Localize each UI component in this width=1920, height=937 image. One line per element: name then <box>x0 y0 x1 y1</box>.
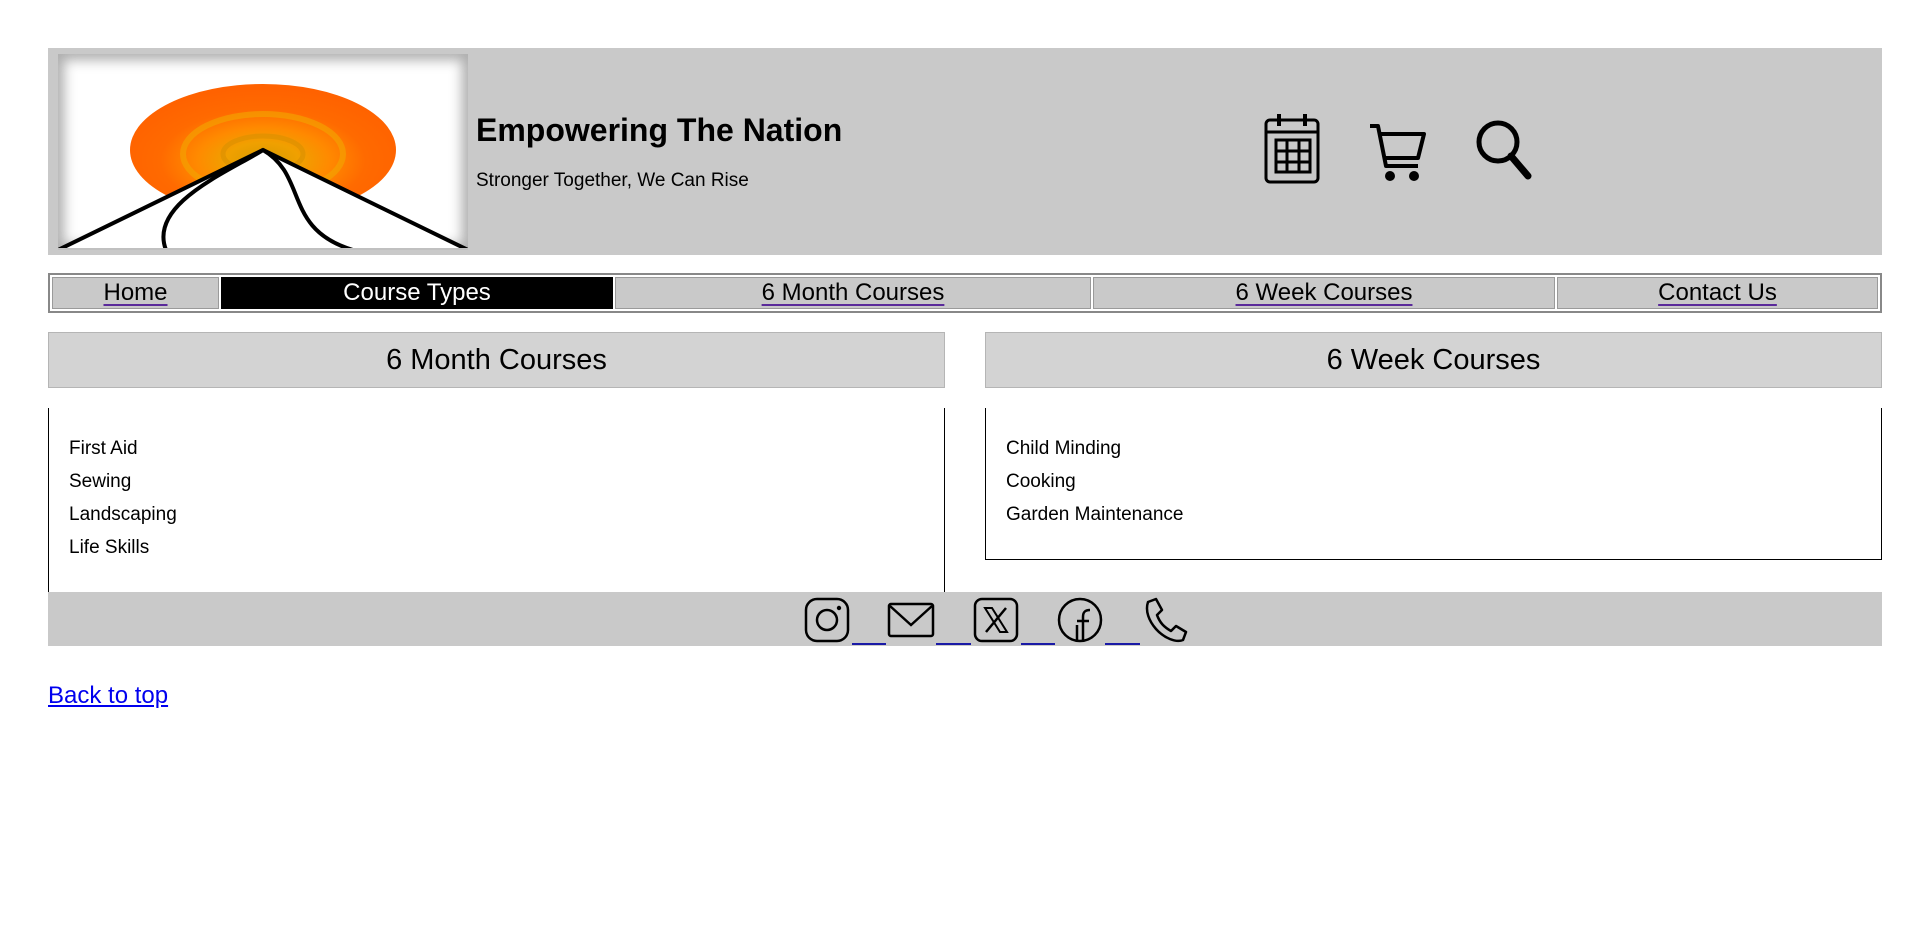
logo <box>58 54 468 250</box>
site-tagline: Stronger Together, We Can Rise <box>476 170 749 191</box>
nav-item-course-types[interactable]: Course Types <box>221 277 613 309</box>
nav-item-6-week-courses[interactable]: 6 Week Courses <box>1093 277 1555 309</box>
phone-icon[interactable] <box>1140 595 1190 645</box>
nav-item-label: Contact Us <box>1658 279 1777 306</box>
link-underline <box>936 643 971 645</box>
six-week-heading: 6 Week Courses <box>985 332 1882 388</box>
search-icon[interactable] <box>1472 110 1536 190</box>
list-item: Landscaping <box>69 504 177 525</box>
site-footer <box>48 592 1882 646</box>
link-underline <box>1105 643 1140 645</box>
calendar-icon[interactable] <box>1260 110 1324 190</box>
link-underline <box>1021 643 1055 645</box>
nav-item-label: Home <box>103 279 168 306</box>
nav-item-label: 6 Month Courses <box>761 279 945 306</box>
nav-item-label: Course Types <box>343 279 491 306</box>
back-to-top-link[interactable]: Back to top <box>48 682 168 710</box>
six-month-course-list: First Aid Sewing Landscaping Life Skills <box>48 408 945 593</box>
list-item: Life Skills <box>69 537 150 558</box>
site-title: Empowering The Nation <box>476 112 843 148</box>
six-month-heading: 6 Month Courses <box>48 332 945 388</box>
nav-item-label: 6 Week Courses <box>1235 279 1413 306</box>
link-underline <box>852 643 886 645</box>
list-item: Garden Maintenance <box>1006 504 1184 525</box>
email-icon[interactable] <box>886 595 936 645</box>
six-week-course-list: Child Minding Cooking Garden Maintenance <box>985 408 1882 560</box>
nav-item-home[interactable]: Home <box>52 277 219 309</box>
x-icon[interactable] <box>971 595 1021 645</box>
list-item: Child Minding <box>1006 438 1122 459</box>
list-item: Cooking <box>1006 471 1076 492</box>
nav-item-6-month-courses[interactable]: 6 Month Courses <box>615 277 1091 309</box>
main-nav: Home Course Types 6 Month Courses 6 Week… <box>48 273 1882 313</box>
site-header: Empowering The Nation Stronger Together,… <box>48 48 1882 255</box>
list-item: Sewing <box>69 471 132 492</box>
cart-icon[interactable] <box>1366 110 1430 190</box>
list-item: First Aid <box>69 438 138 459</box>
instagram-icon[interactable] <box>802 595 852 645</box>
nav-item-contact-us[interactable]: Contact Us <box>1557 277 1878 309</box>
sunrise-mountain-logo <box>58 84 468 250</box>
facebook-icon[interactable] <box>1055 595 1105 645</box>
